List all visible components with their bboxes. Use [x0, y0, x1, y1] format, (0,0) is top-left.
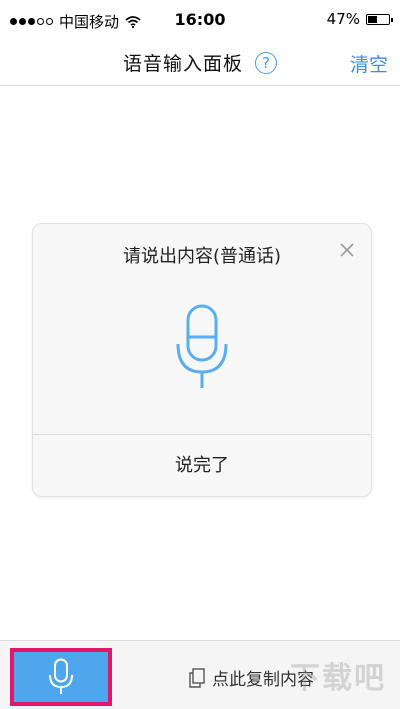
microphone-icon: [49, 658, 73, 694]
watermark-logo: 下载吧: [290, 661, 386, 696]
battery-fill: [368, 15, 378, 23]
nav-title-group: 语音输入面板 ?: [0, 49, 400, 76]
battery-icon: [366, 13, 393, 25]
microphone-icon: [176, 304, 228, 388]
nav-bar: 语音输入面板 ? 清空: [0, 40, 400, 86]
battery-tip: [391, 17, 393, 22]
help-icon[interactable]: ?: [255, 51, 277, 74]
bottom-bar: 点此复制内容 下载吧: [0, 640, 400, 709]
microphone-button[interactable]: [10, 648, 112, 706]
battery-percent: 47%: [326, 10, 360, 28]
done-speaking-button[interactable]: 说完了: [33, 435, 371, 497]
voice-input-dialog: 请说出内容(普通话) 说完了: [32, 223, 372, 497]
dialog-prompt: 请说出内容(普通话): [122, 246, 282, 267]
voice-input-screen: 中国移动 16:00 47% 语音输入面板 ? 清空 请说出内容(普通话) 说完…: [0, 0, 400, 709]
status-bar: 中国移动 16:00 47%: [0, 0, 400, 40]
clear-button[interactable]: 清空: [350, 50, 388, 77]
close-icon[interactable]: [337, 240, 357, 260]
status-right: 47%: [326, 10, 393, 28]
page-title: 语音输入面板: [122, 53, 243, 75]
copy-icon: [189, 667, 205, 688]
